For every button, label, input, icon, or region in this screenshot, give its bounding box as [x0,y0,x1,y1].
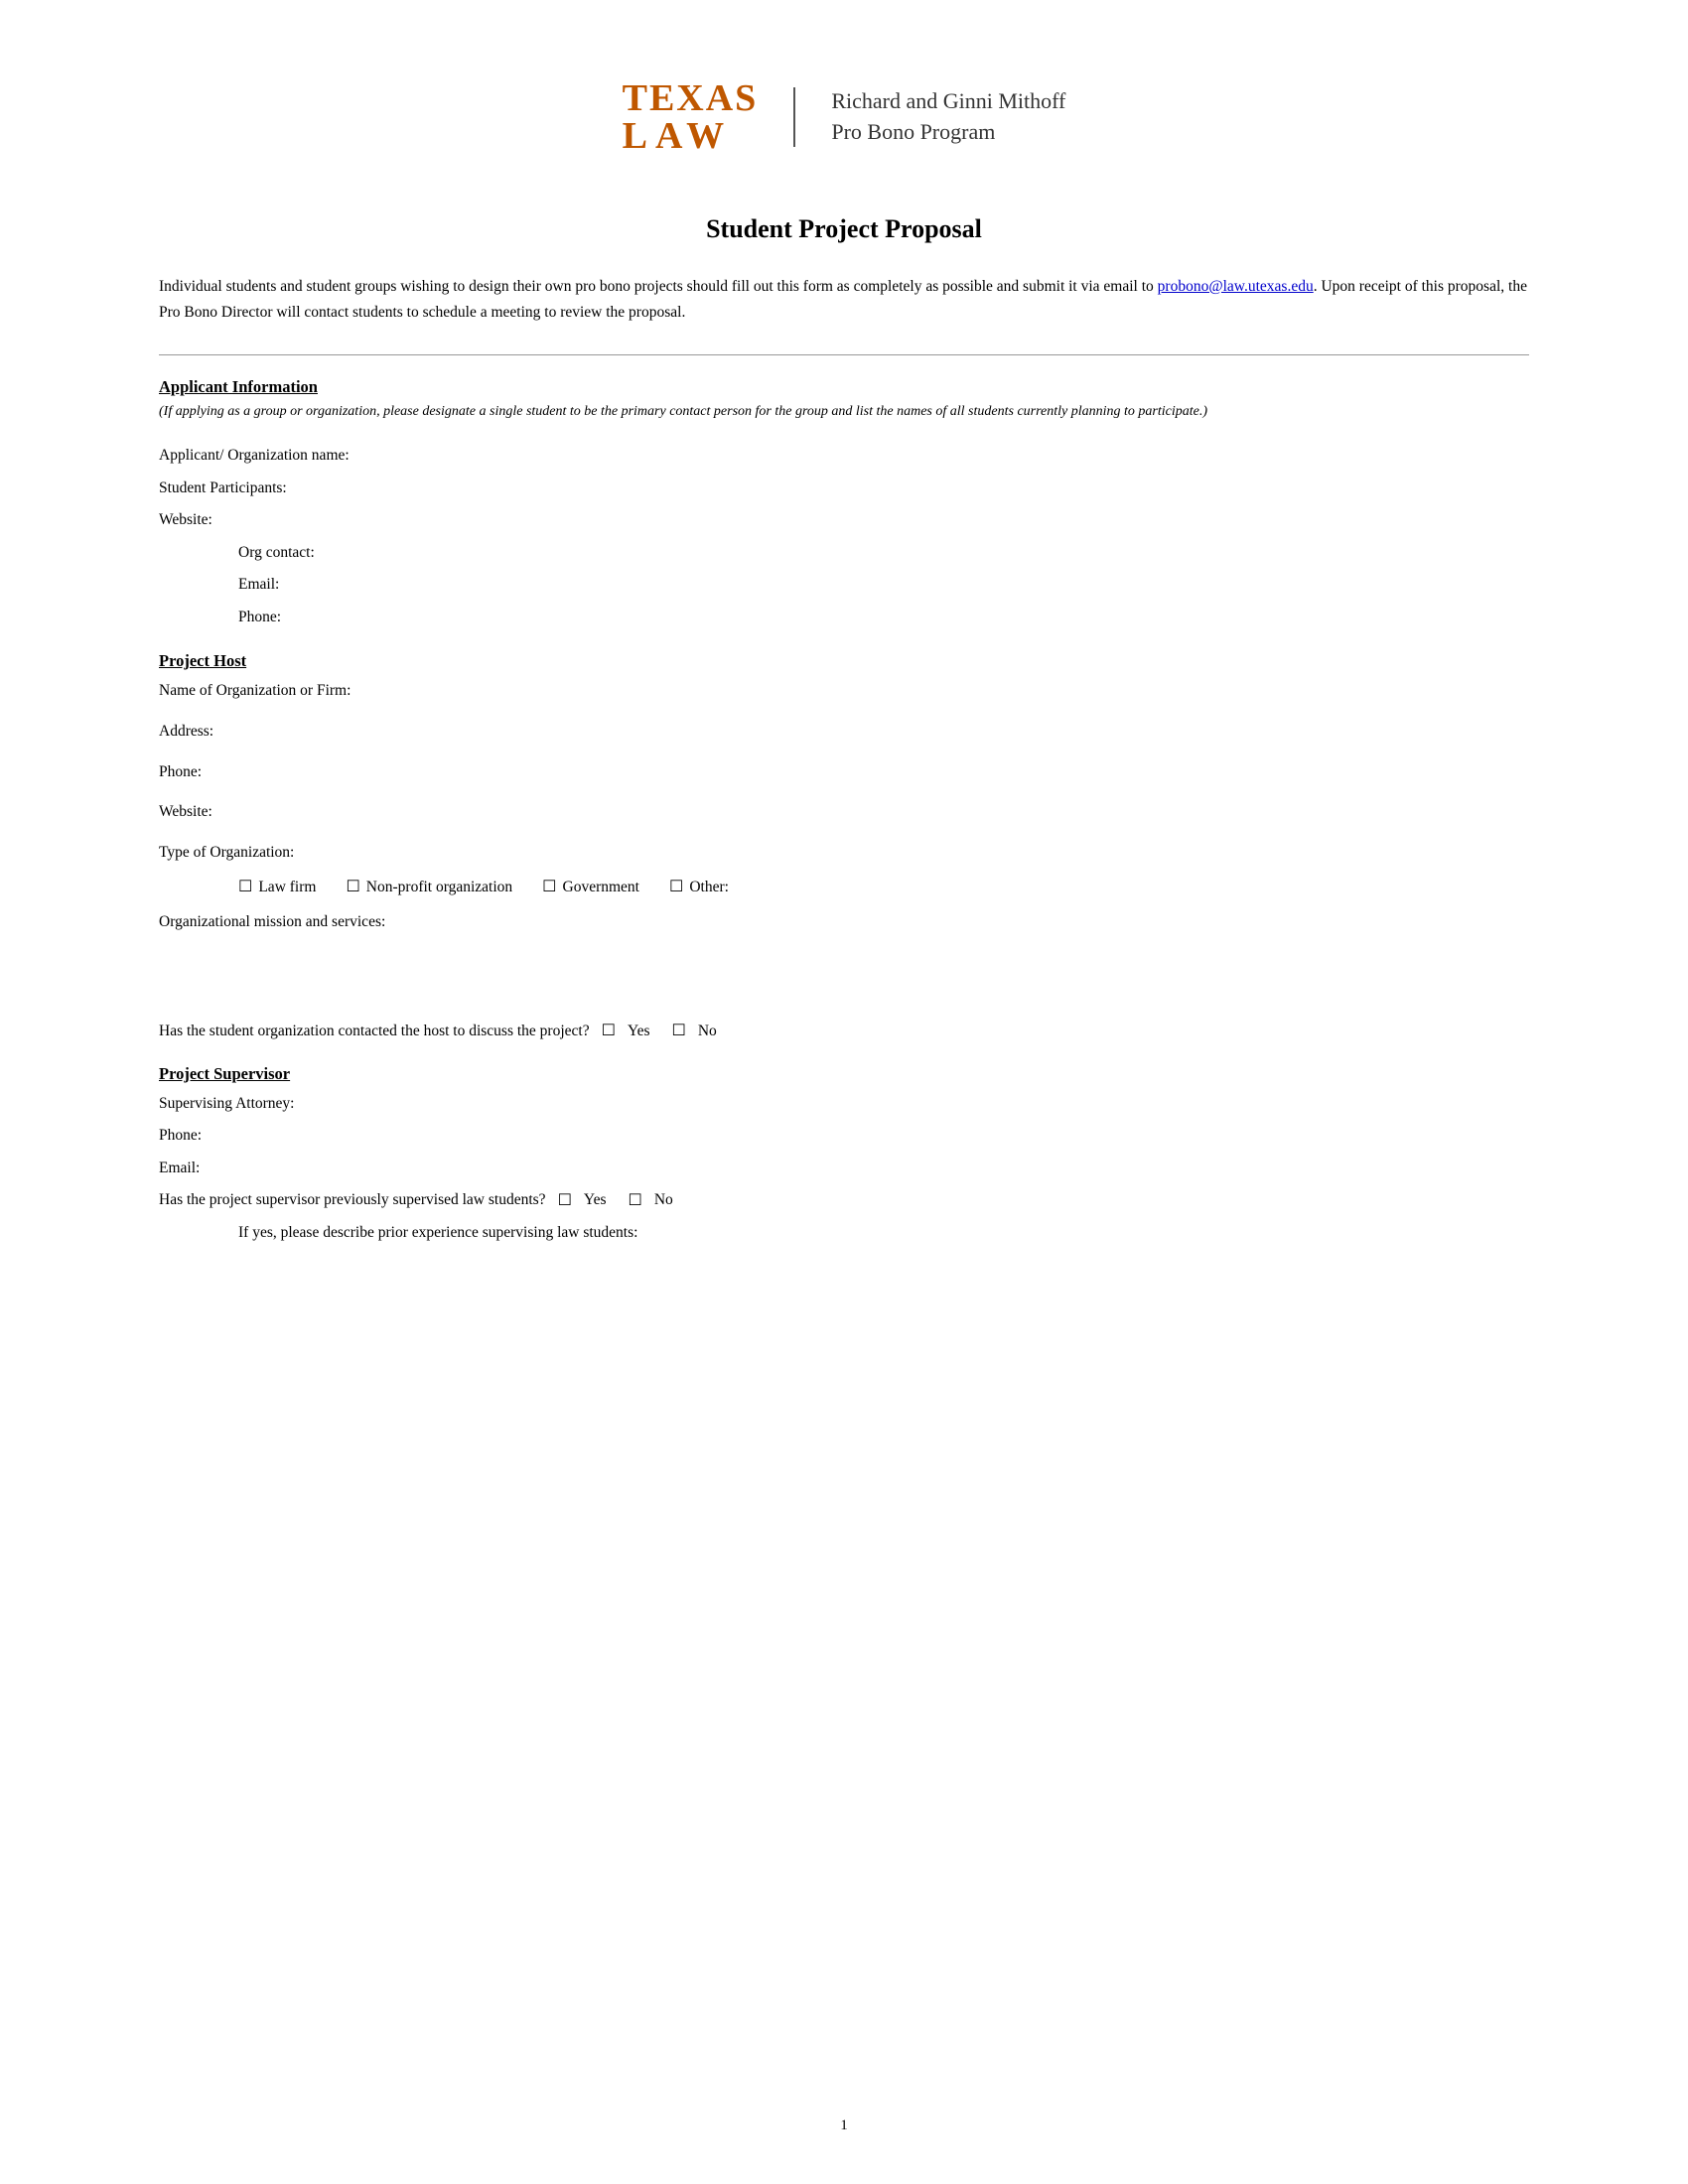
org-firm-name: Name of Organization or Firm: [159,675,1529,708]
contacted-no-label: No [698,1023,717,1040]
project-host-section: Project Host Name of Organization or Fir… [159,651,1529,1039]
intro-text1: Individual students and student groups w… [159,278,1158,295]
supervisor-question: Has the project supervisor previously su… [159,1184,546,1217]
contact-host-question: Has the student organization contacted t… [159,1023,590,1040]
checkbox-contacted-no-symbol[interactable]: ☐ [672,1024,686,1039]
checkbox-law-firm-symbol[interactable]: ☐ [238,880,252,895]
supervisor-yes-label: Yes [584,1184,607,1217]
applicant-subheading: (If applying as a group or organization,… [159,401,1529,422]
email-link[interactable]: probono@law.utexas.edu [1158,278,1314,295]
supervisor-email: Email: [159,1153,1529,1185]
checkbox-government: ☐ Government [542,879,639,896]
website-host-field: Website: [159,796,1529,829]
applicant-heading: Applicant Information [159,377,1529,397]
checkbox-nonprofit-symbol[interactable]: ☐ [346,880,359,895]
project-host-heading: Project Host [159,651,1529,671]
checkbox-other: ☐ Other: [669,879,729,896]
logo-container: Texas Law Richard and Ginni Mithoff Pro … [623,79,1066,155]
supervisor-question-row: Has the project supervisor previously su… [159,1184,1529,1217]
supervisor-heading: Project Supervisor [159,1064,1529,1084]
email-field: Email: [159,569,1529,602]
supervisor-phone: Phone: [159,1120,1529,1153]
law-text: Law [623,117,733,155]
law-firm-label: Law firm [258,879,316,896]
type-of-org-label: Type of Organization: [159,837,1529,870]
page-number: 1 [840,2117,848,2134]
checkbox-nonprofit: ☐ Non-profit organization [346,879,512,896]
org-contact: Org contact: [159,537,1529,570]
project-supervisor-section: Project Supervisor Supervising Attorney:… [159,1064,1529,1250]
website-field: Website: [159,504,1529,537]
page-container: Texas Law Richard and Ginni Mithoff Pro … [0,0,1688,2184]
header-line1: Richard and Ginni Mithoff [831,86,1065,117]
mission-services-label: Organizational mission and services: [159,906,1529,939]
org-type-checkboxes: ☐ Law firm ☐ Non-profit organization ☐ G… [159,879,1529,896]
header-divider [793,87,795,147]
supervising-attorney: Supervising Attorney: [159,1088,1529,1121]
checkbox-contacted-yes-symbol[interactable]: ☐ [602,1024,616,1039]
checkbox-supervisor-no-symbol[interactable]: ☐ [628,1193,641,1209]
contacted-yes-label: Yes [628,1023,650,1040]
checkbox-supervisor-yes-symbol[interactable]: ☐ [558,1193,572,1209]
intro-paragraph: Individual students and student groups w… [159,274,1529,325]
checkbox-other-symbol[interactable]: ☐ [669,880,683,895]
government-label: Government [563,879,639,896]
applicant-org-name: Applicant/ Organization name: [159,440,1529,473]
phone-host-field: Phone: [159,756,1529,789]
mission-spacer [159,939,1529,1009]
checkbox-government-symbol[interactable]: ☐ [542,880,556,895]
supervisor-no-label: No [654,1184,673,1217]
contact-host-row: Has the student organization contacted t… [159,1023,1529,1040]
checkbox-law-firm: ☐ Law firm [238,879,316,896]
page-title: Student Project Proposal [159,214,1529,244]
applicant-section: Applicant Information (If applying as a … [159,377,1529,633]
texas-text: Texas [623,79,759,117]
header-line2: Pro Bono Program [831,117,1065,148]
address-field: Address: [159,716,1529,749]
phone-field: Phone: [159,602,1529,634]
nonprofit-label: Non-profit organization [366,879,512,896]
page-header: Texas Law Richard and Ginni Mithoff Pro … [159,79,1529,155]
other-label: Other: [689,879,729,896]
student-participants: Student Participants: [159,473,1529,505]
if-yes-describe: If yes, please describe prior experience… [159,1217,1529,1250]
texas-law-logo: Texas Law [623,79,759,155]
section-divider [159,354,1529,355]
header-title: Richard and Ginni Mithoff Pro Bono Progr… [831,86,1065,148]
